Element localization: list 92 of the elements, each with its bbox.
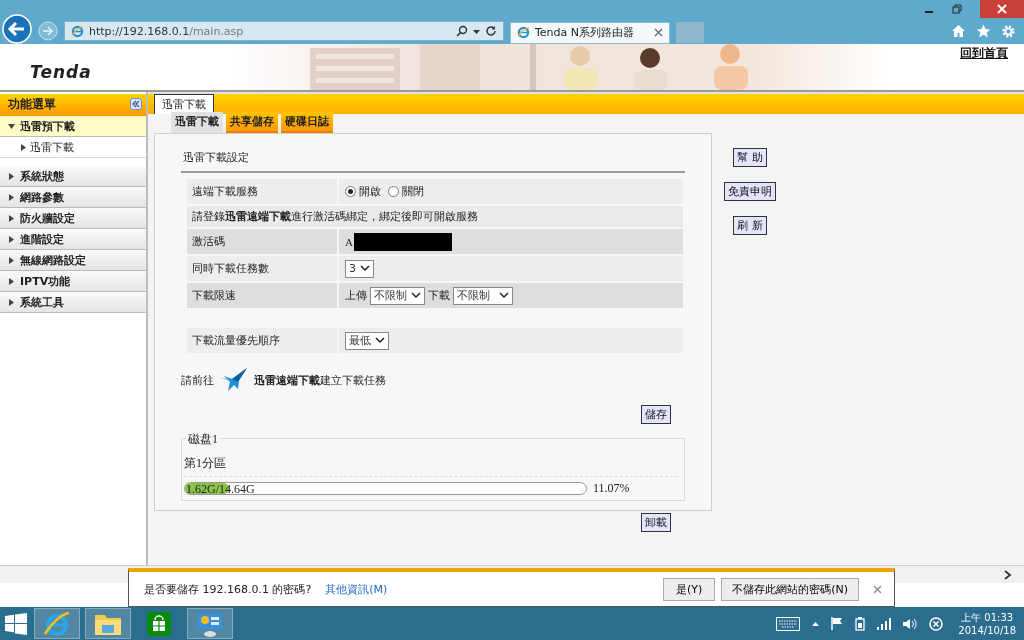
close-button[interactable] (980, 0, 1024, 18)
menu-title: 功能選單 (8, 95, 56, 113)
keyboard-icon[interactable] (776, 616, 801, 631)
upload-label: 上傳 (345, 288, 367, 303)
side-button[interactable]: 幫 助 (733, 148, 767, 167)
field-label: 激活碼 (187, 229, 339, 254)
dropdown[interactable]: 最低 (345, 331, 389, 350)
dropdown[interactable]: 3 (345, 259, 374, 278)
chevron-down-icon (375, 337, 385, 344)
triangle-icon (8, 214, 15, 222)
field-label: 同時下載任務數 (187, 256, 339, 281)
chevron-down-icon (411, 292, 421, 299)
side-button[interactable]: 刷 新 (733, 216, 767, 235)
home-link[interactable]: 回到首頁 (960, 45, 1008, 62)
menu-item[interactable]: 迅雷預下載 (0, 116, 146, 137)
notification-text: 是否要儲存 192.168.0.1 的密碼? (144, 581, 312, 597)
close-icon (997, 4, 1007, 14)
settings-icon[interactable] (1001, 23, 1016, 39)
partition-label: 第1分區 (184, 451, 678, 477)
browser-icon (71, 24, 84, 38)
page-tab[interactable]: 迅雷下載 (154, 94, 214, 114)
refresh-icon[interactable] (485, 25, 497, 37)
battery-icon[interactable] (855, 616, 866, 631)
field-label: 下載限速 (187, 283, 339, 308)
radio-button[interactable] (388, 186, 399, 197)
section-title: 迅雷下載設定 (181, 148, 685, 173)
side-button[interactable]: 免責申明 (724, 182, 776, 201)
browser-tab[interactable]: Tenda N系列路由器 (510, 21, 670, 44)
triangle-icon (8, 298, 15, 306)
unmount-button[interactable]: 卸載 (641, 513, 671, 532)
browser-icon (43, 609, 71, 638)
menu-item[interactable]: 防火牆設定 (0, 208, 146, 229)
chevron-down-icon (499, 292, 509, 299)
control-panel-app-button[interactable] (187, 608, 233, 639)
menu-item[interactable]: 無線網路設定 (0, 250, 146, 271)
error-icon[interactable] (929, 616, 944, 631)
store-bag-icon (147, 611, 171, 636)
triangle-icon (8, 277, 15, 285)
notification-button[interactable]: 是(Y) (663, 577, 716, 601)
search-icon[interactable] (456, 25, 468, 37)
info-text: 請登錄迅雷遠端下載進行激活碼綁定，綁定後即可開啟服務 (191, 209, 479, 225)
disk-legend: 磁盘1 (186, 431, 220, 448)
logo: Tenda (30, 62, 93, 82)
restore-icon[interactable] (952, 4, 962, 14)
triangle-icon (8, 256, 15, 264)
radio-label: 開啟 (359, 184, 381, 199)
goto-link-text: 迅雷遠端下載建立下載任務 (254, 372, 386, 388)
menu-item[interactable]: 進階設定 (0, 229, 146, 250)
clock[interactable]: 上午 01:33 2014/10/18 (958, 610, 1016, 637)
radio-label: 關閉 (402, 184, 424, 199)
sub-tab[interactable]: 硬碟日誌 (281, 112, 333, 133)
collapse-icon[interactable] (130, 98, 142, 110)
flag-icon[interactable] (831, 617, 844, 630)
triangle-icon (8, 193, 15, 201)
close-icon[interactable] (873, 584, 882, 594)
triangle-icon (8, 172, 15, 180)
goto-text: 請前往 (181, 372, 214, 388)
field-value: A (345, 235, 353, 248)
sub-tab[interactable]: 迅雷下載 (171, 112, 223, 133)
browser-icon (517, 26, 530, 39)
home-icon[interactable] (951, 24, 966, 38)
percent-text: 11.07% (593, 481, 630, 496)
menu-item[interactable]: 網路參數 (0, 187, 146, 208)
caret-up-icon[interactable] (812, 621, 820, 626)
address-bar[interactable]: http://192.168.0.1/main.asp (64, 21, 504, 41)
triangle-icon (8, 122, 15, 130)
menu-item[interactable]: 系統工具 (0, 292, 146, 313)
chevron-down-icon (360, 265, 370, 272)
signal-icon[interactable] (877, 617, 892, 630)
sub-tab[interactable]: 共享儲存 (226, 112, 278, 133)
folder-app-button[interactable] (85, 608, 131, 639)
radio-button[interactable] (345, 186, 356, 197)
dropdown[interactable]: 不限制 (370, 286, 425, 305)
star-icon[interactable] (976, 24, 991, 38)
back-icon[interactable] (2, 14, 32, 44)
triangle-icon (20, 143, 26, 151)
field-label: 遠端下載服務 (187, 179, 339, 204)
close-icon[interactable] (654, 28, 663, 37)
more-info-link[interactable]: 其他資訊(M) (325, 581, 388, 597)
bird-icon (220, 367, 248, 393)
url-text: http://192.168.0.1/main.asp (89, 24, 244, 38)
menu-item[interactable]: IPTV功能 (0, 271, 146, 292)
scroll-right-icon[interactable] (1004, 569, 1012, 580)
field-label: 下載流量優先順序 (187, 328, 339, 353)
notification-button[interactable]: 不儲存此網站的密碼(N) (721, 577, 859, 601)
download-label: 下載 (428, 288, 450, 303)
start-icon[interactable] (5, 612, 27, 635)
volume-icon[interactable] (903, 617, 918, 630)
dropdown[interactable]: 不限制 (453, 286, 513, 305)
triangle-icon (8, 235, 15, 243)
save-button[interactable]: 儲存 (641, 405, 671, 424)
menu-item[interactable]: 系統狀態 (0, 166, 146, 187)
